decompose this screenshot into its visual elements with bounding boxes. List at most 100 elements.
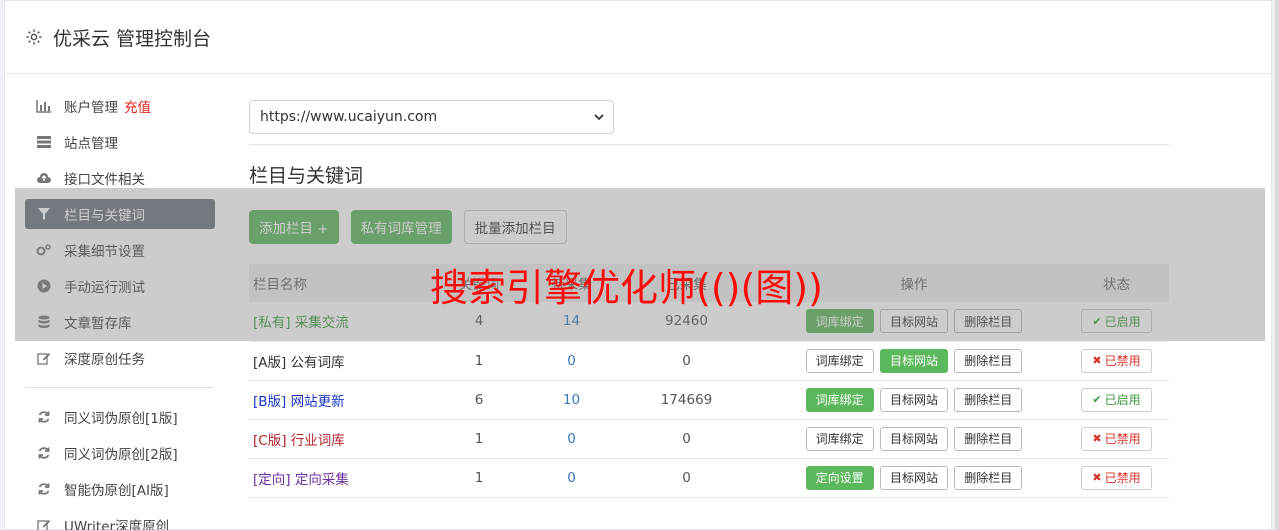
- keyword-count: 6: [474, 391, 484, 408]
- batch-add-button[interactable]: 批量添加栏目: [463, 210, 567, 244]
- sidebar-item-ai-original[interactable]: 智能伪原创[AI版]: [25, 474, 215, 504]
- status-label: 已禁用: [1104, 471, 1141, 485]
- delete-column-button[interactable]: 删除栏目: [954, 309, 1023, 334]
- target-site-button[interactable]: 目标网站: [879, 309, 948, 334]
- site-select-value: https://www.ucaiyun.com: [260, 109, 438, 125]
- section-title: 栏目与关键词: [249, 165, 364, 187]
- cross-icon: ✖: [1092, 354, 1102, 367]
- edit-icon: [36, 350, 52, 366]
- collected-count: 0: [682, 430, 691, 447]
- sidebar-item-manual-test[interactable]: 手动运行测试: [25, 271, 215, 301]
- status-label: 已禁用: [1104, 432, 1141, 446]
- page-header: 优采云 管理控制台: [5, 1, 1271, 74]
- sidebar-item-label: 接口文件相关: [64, 172, 145, 188]
- table-row: [定向] 定向采集 1 0 0 定向设置 目标网站 删除栏目 ✖ 已禁用: [249, 458, 1169, 497]
- toolbar: 添加栏目 + 私有词库管理 批量添加栏目: [249, 210, 1169, 244]
- lexicon-bind-button[interactable]: 词库绑定: [805, 387, 874, 412]
- play-circle-icon: [36, 278, 52, 294]
- cogs-icon: [36, 242, 52, 258]
- status-toggle[interactable]: ✖ 已禁用: [1081, 348, 1152, 373]
- sidebar-item-label: 采集细节设置: [64, 244, 145, 260]
- delete-column-button[interactable]: 删除栏目: [954, 465, 1023, 490]
- status-label: 已启用: [1104, 314, 1141, 329]
- private-lexicon-button[interactable]: 私有词库管理: [350, 210, 452, 244]
- delete-column-button[interactable]: 删除栏目: [954, 426, 1023, 451]
- page-title: 优采云 管理控制台: [53, 27, 212, 50]
- overlay-watermark-text: 搜索引擎优化师(()(图)): [430, 266, 823, 310]
- sidebar-item-sites[interactable]: 站点管理: [25, 127, 215, 157]
- bar-chart-icon: [36, 98, 52, 114]
- sidebar-item-interface[interactable]: 接口文件相关: [25, 163, 215, 193]
- sidebar-item-label: 栏目与关键词: [64, 208, 145, 224]
- column-name[interactable]: [A版] 公有词库: [253, 355, 345, 371]
- database-icon: [36, 314, 52, 330]
- table-row: [A版] 公有词库 1 0 0 词库绑定 目标网站 删除栏目 ✖ 已禁用: [249, 341, 1169, 380]
- pending-count[interactable]: 0: [567, 470, 576, 486]
- pending-count[interactable]: 0: [567, 353, 576, 369]
- sidebar-divider: [25, 387, 213, 388]
- add-column-button[interactable]: 添加栏目 +: [249, 210, 339, 244]
- cloud-upload-icon: [36, 170, 52, 186]
- delete-column-button[interactable]: 删除栏目: [954, 387, 1023, 412]
- status-toggle[interactable]: ✖ 已禁用: [1081, 426, 1152, 451]
- divider: [249, 144, 1169, 145]
- chevron-down-icon: [594, 114, 604, 121]
- target-site-button[interactable]: 目标网站: [879, 426, 948, 451]
- delete-column-button[interactable]: 删除栏目: [954, 348, 1023, 373]
- column-name[interactable]: [C版] 行业词库: [253, 433, 345, 449]
- collected-count: 174669: [660, 391, 713, 408]
- sidebar-item-account[interactable]: 账户管理 充值: [25, 91, 215, 121]
- refresh-icon: [36, 445, 52, 461]
- sidebar-item-synonym-v1[interactable]: 同义词伪原创[1版]: [25, 402, 215, 432]
- keyword-count: 1: [474, 430, 484, 447]
- keyword-count: 1: [474, 469, 484, 486]
- cross-icon: ✖: [1092, 471, 1102, 484]
- pending-count[interactable]: 0: [567, 431, 576, 447]
- check-icon: ✔: [1092, 314, 1102, 328]
- cross-icon: ✖: [1092, 432, 1102, 445]
- sidebar-item-article-store[interactable]: 文章暂存库: [25, 307, 215, 337]
- refresh-icon: [36, 481, 52, 497]
- sidebar-item-collect-settings[interactable]: 采集细节设置: [25, 235, 215, 265]
- table-row: [B版] 网站更新 6 10 174669 词库绑定 目标网站 删除栏目 ✔ 已启…: [249, 380, 1169, 419]
- lexicon-bind-button[interactable]: 词库绑定: [805, 348, 874, 373]
- sidebar-item-label: 站点管理: [64, 136, 118, 152]
- check-icon: ✔: [1092, 393, 1102, 406]
- status-label: 已禁用: [1104, 354, 1141, 368]
- target-site-button[interactable]: 目标网站: [879, 465, 948, 490]
- collected-count: 0: [682, 469, 691, 486]
- sidebar-item-label: 手动运行测试: [64, 280, 145, 296]
- target-site-button[interactable]: 目标网站: [879, 348, 948, 373]
- collected-count: 0: [682, 352, 691, 369]
- filter-icon: [36, 206, 52, 222]
- col-header-name: 栏目名称: [253, 277, 307, 293]
- col-header-status: 状态: [1103, 277, 1130, 293]
- status-toggle[interactable]: ✔ 已启用: [1081, 309, 1152, 334]
- site-select[interactable]: https://www.ucaiyun.com: [249, 100, 614, 134]
- recharge-link[interactable]: 充值: [124, 96, 151, 116]
- column-name[interactable]: [私有] 采集交流: [253, 315, 349, 331]
- lexicon-bind-button[interactable]: 词库绑定: [805, 426, 874, 451]
- sidebar: 账户管理 充值 站点管理 接口文件相关 栏目与关键词 采集细节设置 手动运行测试…: [25, 91, 215, 530]
- status-toggle[interactable]: ✖ 已禁用: [1081, 465, 1152, 490]
- sidebar-item-label: UWriter深度原创: [64, 519, 170, 530]
- sidebar-item-label: 智能伪原创[AI版]: [64, 483, 169, 499]
- table-row: [C版] 行业词库 1 0 0 词库绑定 目标网站 删除栏目 ✖ 已禁用: [249, 419, 1169, 458]
- status-toggle[interactable]: ✔ 已启用: [1081, 387, 1152, 412]
- sidebar-item-synonym-v2[interactable]: 同义词伪原创[2版]: [25, 438, 215, 468]
- pending-count[interactable]: 10: [563, 392, 580, 408]
- refresh-icon: [36, 409, 52, 425]
- pending-count[interactable]: 14: [563, 313, 580, 329]
- sidebar-item-deep-original[interactable]: 深度原创任务: [25, 343, 215, 373]
- server-icon: [36, 134, 52, 150]
- column-name[interactable]: [B版] 网站更新: [253, 394, 345, 410]
- sidebar-item-label: 账户管理: [64, 100, 118, 116]
- target-site-button[interactable]: 目标网站: [879, 387, 948, 412]
- directed-settings-button[interactable]: 定向设置: [805, 465, 874, 490]
- keyword-count: 1: [474, 352, 484, 369]
- sidebar-item-columns[interactable]: 栏目与关键词: [25, 199, 215, 229]
- edit-icon: [36, 517, 52, 530]
- sidebar-item-uwriter[interactable]: UWriter深度原创: [25, 510, 215, 530]
- scrollbar[interactable]: [1275, 0, 1279, 530]
- column-name[interactable]: [定向] 定向采集: [253, 472, 349, 488]
